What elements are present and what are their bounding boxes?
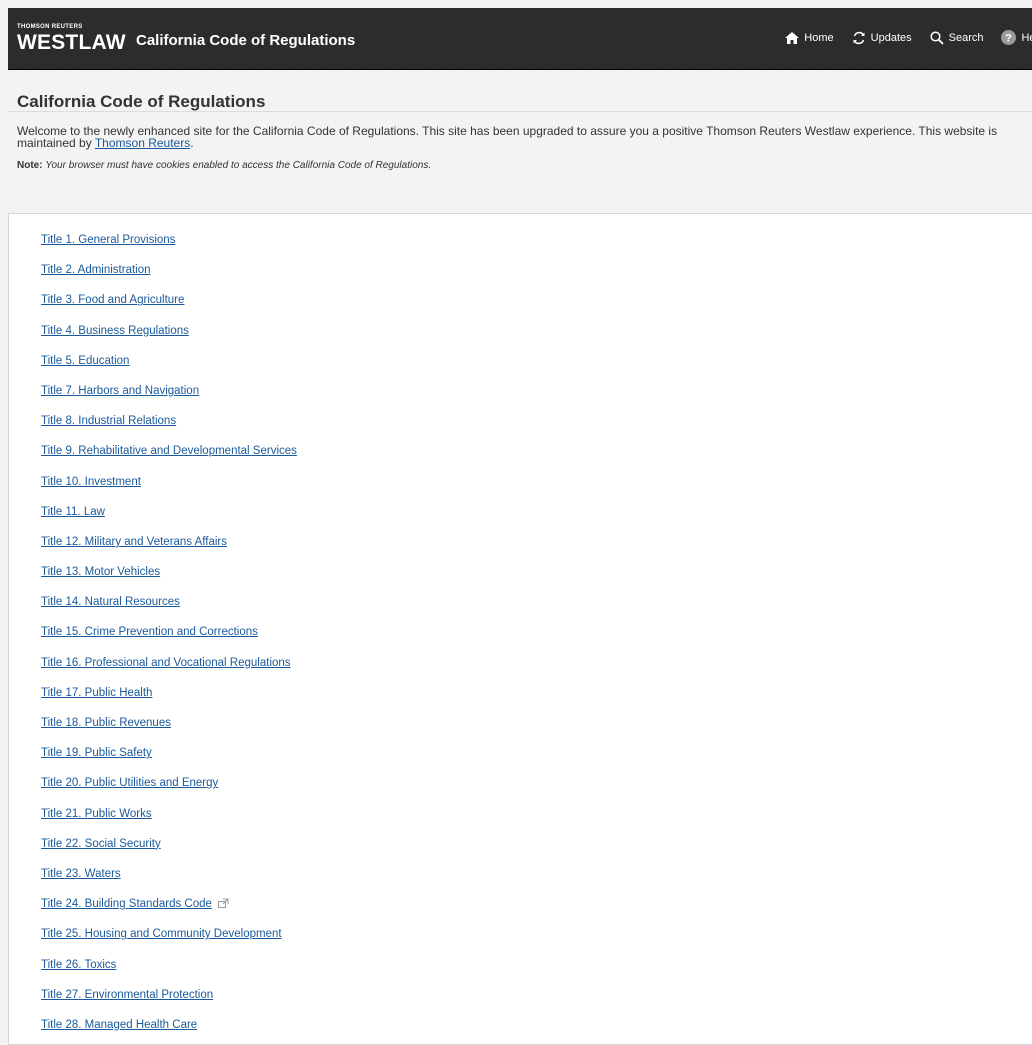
- title-link[interactable]: Title 9. Rehabilitative and Developmenta…: [41, 445, 297, 457]
- list-item: Title 8. Industrial Relations: [41, 411, 1032, 441]
- title-link[interactable]: Title 25. Housing and Community Developm…: [41, 928, 282, 940]
- westlaw-logo[interactable]: THOMSON REUTERS WESTLAW: [17, 24, 126, 54]
- title-link[interactable]: Title 22. Social Security: [41, 838, 161, 850]
- nav-updates[interactable]: Updates: [852, 31, 912, 45]
- list-item: Title 9. Rehabilitative and Developmenta…: [41, 441, 1032, 471]
- list-item: Title 28. Managed Health Care: [41, 1015, 1032, 1045]
- list-item: Title 24. Building Standards Code: [41, 894, 1032, 924]
- brand-small-text: THOMSON REUTERS: [17, 24, 83, 30]
- nav-search[interactable]: Search: [930, 30, 984, 45]
- nav-updates-label: Updates: [870, 31, 912, 44]
- list-item: Title 11. Law: [41, 502, 1032, 532]
- title-link[interactable]: Title 10. Investment: [41, 476, 141, 488]
- title-link[interactable]: Title 17. Public Health: [41, 687, 152, 699]
- title-link[interactable]: Title 8. Industrial Relations: [41, 415, 176, 427]
- note-label: Note:: [17, 160, 43, 171]
- list-item: Title 16. Professional and Vocational Re…: [41, 653, 1032, 683]
- list-item: Title 27. Environmental Protection: [41, 985, 1032, 1015]
- title-link[interactable]: Title 23. Waters: [41, 868, 121, 880]
- welcome-text: Welcome to the newly enhanced site for t…: [8, 112, 1017, 149]
- external-link-icon: [217, 898, 229, 909]
- app-header: THOMSON REUTERS WESTLAW California Code …: [8, 8, 1032, 70]
- list-item: Title 10. Investment: [41, 472, 1032, 502]
- title-link[interactable]: Title 11. Law: [41, 506, 105, 518]
- page-title: California Code of Regulations: [8, 70, 1032, 112]
- help-icon: ?: [1001, 30, 1017, 45]
- welcome-end: .: [190, 136, 194, 150]
- title-link[interactable]: Title 13. Motor Vehicles: [41, 566, 160, 578]
- title-link[interactable]: Title 15. Crime Prevention and Correctio…: [41, 626, 258, 638]
- title-link[interactable]: Title 4. Business Regulations: [41, 325, 189, 337]
- nav-home-label: Home: [804, 31, 834, 44]
- list-item: Title 7. Harbors and Navigation: [41, 381, 1032, 411]
- list-item: Title 5. Education: [41, 351, 1032, 381]
- title-link[interactable]: Title 3. Food and Agriculture: [41, 294, 184, 306]
- list-item: Title 1. General Provisions: [41, 230, 1032, 260]
- title-link[interactable]: Title 2. Administration: [41, 264, 151, 276]
- nav-search-label: Search: [948, 31, 984, 44]
- title-link[interactable]: Title 18. Public Revenues: [41, 717, 171, 729]
- title-link[interactable]: Title 5. Education: [41, 355, 129, 367]
- home-icon: [785, 31, 800, 44]
- title-link[interactable]: Title 19. Public Safety: [41, 747, 152, 759]
- app-title: California Code of Regulations: [136, 32, 356, 49]
- title-link[interactable]: Title 21. Public Works: [41, 808, 152, 820]
- nav-help[interactable]: ? Hel: [1001, 30, 1032, 45]
- list-item: Title 15. Crime Prevention and Correctio…: [41, 622, 1032, 652]
- list-item: Title 14. Natural Resources: [41, 592, 1032, 622]
- main-content: California Code of Regulations Welcome t…: [8, 70, 1032, 171]
- note-text: Your browser must have cookies enabled t…: [45, 160, 432, 171]
- list-item: Title 25. Housing and Community Developm…: [41, 924, 1032, 954]
- title-link[interactable]: Title 26. Toxics: [41, 959, 116, 971]
- title-link[interactable]: Title 20. Public Utilities and Energy: [41, 777, 218, 789]
- title-link[interactable]: Title 14. Natural Resources: [41, 596, 180, 608]
- refresh-icon: [853, 31, 865, 44]
- list-item: Title 4. Business Regulations: [41, 321, 1032, 351]
- nav-home[interactable]: Home: [785, 31, 834, 44]
- cookie-note: Note: Your browser must have cookies ena…: [8, 149, 1032, 171]
- list-item: Title 19. Public Safety: [41, 743, 1032, 773]
- title-link[interactable]: Title 28. Managed Health Care: [41, 1019, 197, 1031]
- list-item: Title 26. Toxics: [41, 955, 1032, 985]
- list-item: Title 12. Military and Veterans Affairs: [41, 532, 1032, 562]
- title-link[interactable]: Title 27. Environmental Protection: [41, 989, 213, 1001]
- list-item: Title 23. Waters: [41, 864, 1032, 894]
- title-link[interactable]: Title 24. Building Standards Code: [41, 898, 212, 910]
- list-item: Title 17. Public Health: [41, 683, 1032, 713]
- brand-big-text: WESTLAW: [17, 31, 126, 54]
- title-link[interactable]: Title 1. General Provisions: [41, 234, 175, 246]
- list-item: Title 22. Social Security: [41, 834, 1032, 864]
- thomson-reuters-link[interactable]: Thomson Reuters: [95, 136, 190, 150]
- title-link[interactable]: Title 7. Harbors and Navigation: [41, 385, 199, 397]
- search-icon: [930, 30, 944, 45]
- titles-list: Title 1. General Provisions Title 2. Admi…: [9, 214, 1032, 1045]
- list-item: Title 13. Motor Vehicles: [41, 562, 1032, 592]
- title-link[interactable]: Title 16. Professional and Vocational Re…: [41, 657, 291, 669]
- list-item: Title 3. Food and Agriculture: [41, 290, 1032, 320]
- nav-help-label: Hel: [1021, 31, 1032, 44]
- list-item: Title 21. Public Works: [41, 804, 1032, 834]
- list-item: Title 18. Public Revenues: [41, 713, 1032, 743]
- title-link[interactable]: Title 12. Military and Veterans Affairs: [41, 536, 227, 548]
- svg-text:?: ?: [1006, 33, 1013, 45]
- titles-panel: Title 1. General Provisions Title 2. Admi…: [8, 213, 1032, 1045]
- list-item: Title 2. Administration: [41, 260, 1032, 290]
- header-nav: Home Updates Search ? Hel: [785, 30, 1032, 45]
- list-item: Title 20. Public Utilities and Energy: [41, 773, 1032, 803]
